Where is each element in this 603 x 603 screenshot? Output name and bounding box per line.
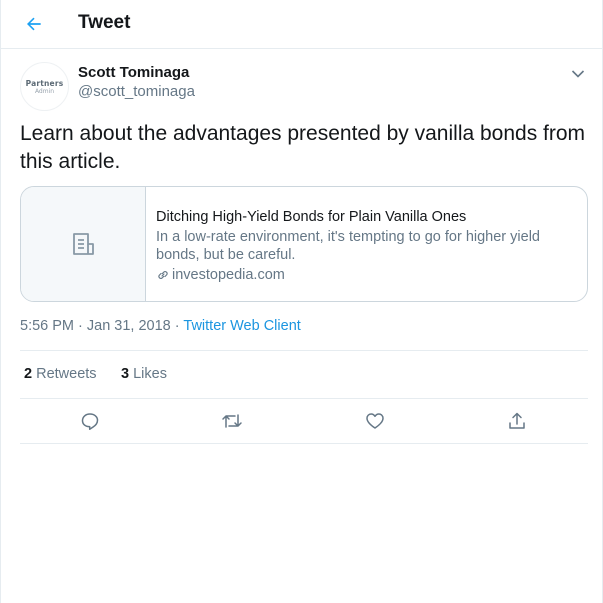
likes-label: Likes bbox=[133, 366, 167, 382]
retweets-label: Retweets bbox=[36, 366, 97, 382]
card-thumbnail bbox=[21, 187, 146, 301]
likes-count: 3 bbox=[121, 366, 130, 382]
author-handle[interactable]: @scott_tominaga bbox=[78, 83, 195, 100]
back-button[interactable] bbox=[19, 9, 49, 39]
avatar-logo-text: Partners bbox=[25, 78, 64, 88]
retweets-count: 2 bbox=[24, 366, 33, 382]
likes-stat[interactable]: 3 Likes bbox=[121, 366, 167, 382]
link-card[interactable]: Ditching High-Yield Bonds for Plain Vani… bbox=[20, 186, 588, 302]
tweet-text: Learn about the advantages presented by … bbox=[20, 122, 586, 173]
tweet-author: Partners Admin Scott Tominaga @scott_tom… bbox=[20, 62, 588, 111]
tweet-client[interactable]: Twitter Web Client bbox=[183, 318, 300, 334]
like-icon bbox=[366, 413, 384, 429]
retweet-icon bbox=[222, 414, 242, 428]
card-domain: investopedia.com bbox=[156, 266, 576, 284]
card-body: Ditching High-Yield Bonds for Plain Vani… bbox=[156, 208, 576, 284]
tweet-actions bbox=[20, 399, 588, 444]
tweet-page: Tweet Partners Admin Scott Tominaga @sco… bbox=[0, 0, 603, 603]
page-header: Tweet bbox=[1, 0, 603, 49]
reply-icon bbox=[81, 413, 99, 430]
card-title: Ditching High-Yield Bonds for Plain Vani… bbox=[156, 209, 467, 225]
retweet-button[interactable] bbox=[219, 408, 245, 434]
arrow-left-icon bbox=[27, 17, 41, 31]
meta-separator: · bbox=[174, 318, 180, 334]
share-icon bbox=[509, 412, 525, 429]
tweet-meta: 5:56 PM · Jan 31, 2018 · Twitter Web Cli… bbox=[20, 318, 301, 334]
share-button[interactable] bbox=[504, 408, 530, 434]
retweets-stat[interactable]: 2 Retweets bbox=[24, 366, 97, 382]
tweet-menu-button[interactable] bbox=[568, 65, 588, 83]
card-description: In a low-rate environment, it's tempting… bbox=[156, 229, 540, 263]
document-icon bbox=[73, 233, 94, 255]
author-name[interactable]: Scott Tominaga bbox=[78, 64, 189, 81]
avatar-logo-subtext: Admin bbox=[34, 87, 55, 95]
link-icon bbox=[158, 271, 168, 279]
tweet-stats: 2 Retweets 3 Likes bbox=[20, 350, 588, 399]
reply-button[interactable] bbox=[77, 408, 103, 434]
page-title: Tweet bbox=[78, 12, 131, 33]
tweet-timestamp[interactable]: 5:56 PM · Jan 31, 2018 bbox=[20, 318, 171, 334]
like-button[interactable] bbox=[362, 408, 388, 434]
avatar[interactable]: Partners Admin bbox=[20, 62, 69, 111]
chevron-down-icon bbox=[571, 70, 585, 78]
card-domain-text: investopedia.com bbox=[172, 267, 285, 283]
